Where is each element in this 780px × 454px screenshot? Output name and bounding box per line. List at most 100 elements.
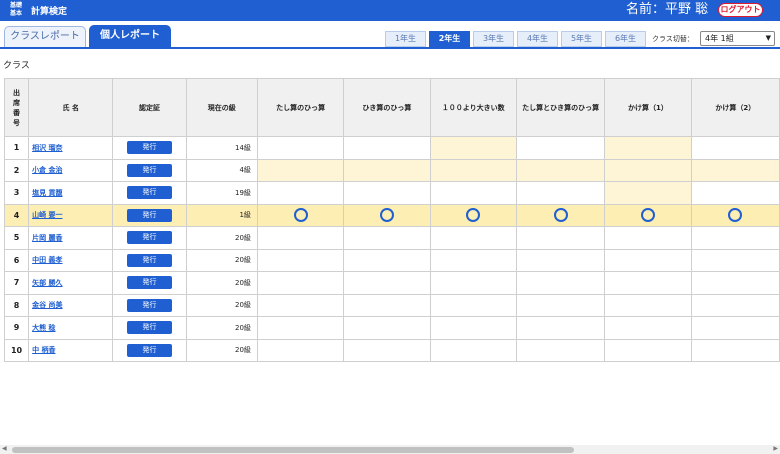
row-number: 2 — [3, 158, 30, 182]
current-level: 20級 — [185, 248, 258, 272]
issue-certificate-button[interactable]: 発行 — [127, 186, 173, 200]
issue-certificate-button[interactable]: 発行 — [127, 321, 173, 335]
table-row: 3 塩見 貢馥 発行 19級 — [3, 181, 780, 205]
student-name-cell: 塩見 貢馥 — [28, 181, 114, 205]
pass-circle-icon — [466, 208, 481, 223]
tab-divider — [0, 47, 780, 49]
student-name-link[interactable]: 塩見 貢馥 — [32, 189, 62, 197]
horizontal-scrollbar[interactable]: ◀ ▶ — [0, 445, 780, 454]
column-header: たし算とひき算のひっ算 — [515, 78, 606, 137]
certificate-cell: 発行 — [112, 338, 187, 362]
unit-status-cell — [343, 181, 431, 205]
row-number: 5 — [3, 226, 30, 250]
student-name-link[interactable]: 小倉 金治 — [32, 166, 62, 174]
student-name-link[interactable]: 中 柄香 — [32, 346, 55, 354]
unit-status-cell — [256, 226, 345, 250]
row-number: 1 — [3, 136, 30, 160]
column-header: 現在の級 — [185, 78, 258, 137]
logout-button[interactable]: ログアウト — [718, 3, 763, 17]
scroll-left-icon[interactable]: ◀ — [2, 445, 7, 452]
grade-tab-1[interactable]: 1年生 — [385, 31, 426, 47]
pass-circle-icon — [728, 208, 743, 223]
unit-status-cell — [604, 316, 692, 340]
unit-status-cell — [690, 293, 780, 317]
unit-status-cell — [343, 338, 431, 362]
grade-tab-2[interactable]: 2年生 — [429, 31, 470, 47]
issue-certificate-button[interactable]: 発行 — [127, 343, 173, 357]
scrollbar-thumb[interactable] — [12, 447, 574, 453]
unit-status-cell — [429, 338, 517, 362]
unit-status-cell — [256, 338, 345, 362]
issue-certificate-button[interactable]: 発行 — [127, 141, 173, 155]
unit-status-cell — [256, 271, 345, 295]
table-row: 9 大熊 稔 発行 20級 — [3, 316, 780, 340]
grade-tab-6[interactable]: 6年生 — [605, 31, 646, 47]
column-header: 氏 名 — [28, 78, 114, 137]
unit-status-cell — [515, 338, 606, 362]
issue-certificate-button[interactable]: 発行 — [127, 276, 173, 290]
class-switch-label: クラス切替： — [652, 35, 694, 43]
certificate-cell: 発行 — [112, 293, 187, 317]
section-label: クラス — [3, 61, 30, 71]
unit-status-cell — [429, 271, 517, 295]
grade-tab-5[interactable]: 5年生 — [561, 31, 602, 47]
unit-status-cell — [343, 203, 431, 227]
student-name-cell: 片岡 麗香 — [28, 226, 114, 250]
student-name-link[interactable]: 山崎 要一 — [32, 211, 62, 219]
top-bar: 基礎 基本 計算検定 名前：平野 聡 ログアウト — [0, 0, 780, 21]
class-select-value: 4年 1組 — [705, 34, 734, 43]
unit-status-cell — [429, 136, 517, 160]
current-level: 20級 — [185, 316, 258, 340]
student-name-cell: 矢部 勝久 — [28, 271, 114, 295]
student-name-link[interactable]: 相沢 瑠奈 — [32, 144, 62, 152]
pass-circle-icon — [293, 208, 308, 223]
student-name-cell: 大熊 稔 — [28, 316, 114, 340]
student-name-link[interactable]: 金谷 尚美 — [32, 301, 62, 309]
issue-certificate-button[interactable]: 発行 — [127, 208, 173, 222]
issue-certificate-button[interactable]: 発行 — [127, 253, 173, 267]
current-level: 4級 — [185, 158, 258, 182]
unit-status-cell — [515, 181, 606, 205]
certificate-cell: 発行 — [112, 181, 187, 205]
unit-status-cell — [343, 316, 431, 340]
tab-personal-report[interactable]: 個人レポート — [89, 25, 171, 49]
issue-certificate-button[interactable]: 発行 — [127, 231, 173, 245]
grade-tab-4[interactable]: 4年生 — [517, 31, 558, 47]
unit-status-cell — [604, 248, 692, 272]
unit-status-cell — [515, 226, 606, 250]
pass-circle-icon — [553, 208, 568, 223]
student-name-link[interactable]: 矢部 勝久 — [32, 279, 62, 287]
unit-status-cell — [256, 158, 345, 182]
current-level: 1級 — [185, 203, 258, 227]
unit-status-cell — [429, 293, 517, 317]
table-row: 10 中 柄香 発行 20級 — [3, 338, 780, 362]
unit-status-cell — [515, 136, 606, 160]
issue-certificate-button[interactable]: 発行 — [127, 163, 173, 177]
table-row: 4 山崎 要一 発行 1級 — [3, 203, 780, 227]
table-row: 7 矢部 勝久 発行 20級 — [3, 271, 780, 295]
unit-status-cell — [429, 181, 517, 205]
table-row: 1 相沢 瑠奈 発行 14級 — [3, 136, 780, 160]
current-level: 14級 — [185, 136, 258, 160]
app-title: 計算検定 — [31, 7, 68, 17]
issue-certificate-button[interactable]: 発行 — [127, 298, 173, 312]
certificate-cell: 発行 — [112, 271, 187, 295]
tab-class-report[interactable]: クラスレポート — [4, 26, 86, 48]
scroll-right-icon[interactable]: ▶ — [773, 445, 778, 452]
class-select[interactable]: 4年 1組 ▼ — [700, 31, 775, 46]
certificate-cell: 発行 — [112, 203, 187, 227]
unit-status-cell — [515, 316, 606, 340]
unit-status-cell — [256, 136, 345, 160]
student-name-link[interactable]: 中田 義孝 — [32, 256, 62, 264]
certificate-cell: 発行 — [112, 158, 187, 182]
student-name-link[interactable]: 片岡 麗香 — [32, 234, 62, 242]
grade-tab-3[interactable]: 3年生 — [473, 31, 514, 47]
row-number: 9 — [3, 316, 30, 340]
user-name: 名前：平野 聡 — [626, 2, 709, 17]
unit-status-cell — [604, 181, 692, 205]
student-name-link[interactable]: 大熊 稔 — [32, 324, 55, 332]
unit-status-cell — [429, 158, 517, 182]
current-level: 20級 — [185, 271, 258, 295]
app-logo: 基礎 基本 — [10, 2, 23, 17]
table-row: 8 金谷 尚美 発行 20級 — [3, 293, 780, 317]
